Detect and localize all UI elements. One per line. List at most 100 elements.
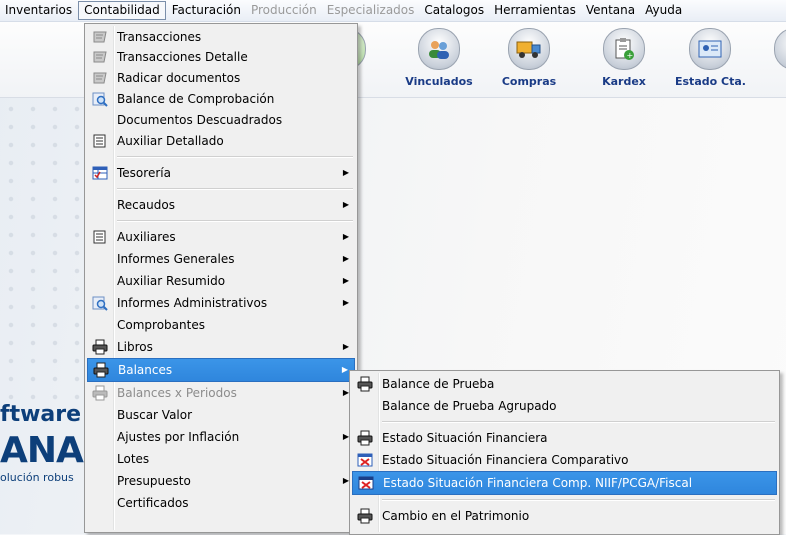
submenu-arrow-icon: ▶ <box>342 342 349 351</box>
menu-inventarios[interactable]: Inventarios <box>0 1 77 20</box>
printer-icon <box>93 362 109 378</box>
menu-item-label: Ajustes por Inflación <box>117 430 240 444</box>
toolbar-button-kardex[interactable]: + Kardex <box>589 28 659 88</box>
toolbar-compras-label: Compras <box>501 75 557 88</box>
menu-catalogos[interactable]: Catalogos <box>419 1 489 20</box>
menu-item-buscar-valor[interactable]: Buscar Valor <box>87 404 355 426</box>
menu-item-recaudos[interactable]: Recaudos ▶ <box>87 194 355 216</box>
toolbar-vinculados-label: Vinculados <box>405 75 473 88</box>
toolbar-button-compras[interactable]: Compras <box>494 28 564 88</box>
truck-icon <box>508 28 550 70</box>
menu-item-tesoreria[interactable]: Tesorería ▶ <box>87 162 355 184</box>
printer-icon <box>92 385 108 401</box>
submenu-arrow-icon: ▶ <box>342 232 349 241</box>
menu-item-informes-administrativos[interactable]: Informes Administrativos ▶ <box>87 292 355 314</box>
toolbar-button-estado-cta[interactable]: Estado Cta. <box>675 28 746 88</box>
menu-item-label: Auxiliar Detallado <box>117 134 224 148</box>
menu-item-label: Balance de Comprobación <box>117 92 275 106</box>
toolbar-button-vinculados[interactable]: Vinculados <box>404 28 474 88</box>
menu-item-label: Transacciones Detalle <box>117 50 248 64</box>
menu-bar: Inventarios Contabilidad Facturación Pro… <box>0 0 786 22</box>
menu-item-label: Estado Situación Financiera Comp. NIIF/P… <box>383 476 693 490</box>
menu-item-cambio-en-el-patrimonio[interactable]: Cambio en el Patrimonio <box>352 505 777 527</box>
menu-item-label: Documentos Descuadrados <box>117 113 283 127</box>
toolbar-partial-right-icon <box>774 28 786 70</box>
people-icon <box>418 28 460 70</box>
menu-item-libros[interactable]: Libros ▶ <box>87 336 355 358</box>
menu-item-label: Recaudos <box>117 198 175 212</box>
menu-item-label: Balance de Prueba Agrupado <box>382 399 557 413</box>
svg-text:+: + <box>627 51 634 60</box>
menu-item-label: Libros <box>117 340 153 354</box>
contabilidad-menu: Transacciones Transacciones Detalle Radi… <box>84 23 358 533</box>
menu-ventana[interactable]: Ventana <box>581 1 640 20</box>
menu-item-presupuesto[interactable]: Presupuesto ▶ <box>87 470 355 492</box>
menu-separator <box>117 220 353 222</box>
toolbar-estado-cta-label: Estado Cta. <box>675 75 746 88</box>
grid-icon <box>92 165 108 181</box>
menu-item-label: Informes Administrativos <box>117 296 268 310</box>
brand-text-line1: ftware <box>0 402 82 427</box>
menu-item-label: Tesorería <box>117 166 171 180</box>
printer-icon <box>92 339 108 355</box>
menu-item-label: Balances x Periodos <box>117 386 237 400</box>
menu-item-documentos-descuadrados[interactable]: Documentos Descuadrados <box>87 109 355 131</box>
menu-separator <box>117 156 353 158</box>
menu-item-label: Estado Situación Financiera <box>382 431 548 445</box>
menu-item-balances[interactable]: Balances ▶ <box>87 358 355 382</box>
printer-icon <box>357 376 373 392</box>
menu-herramientas[interactable]: Herramientas <box>489 1 581 20</box>
menu-especializados[interactable]: Especializados <box>322 1 420 20</box>
submenu-arrow-icon: ▶ <box>342 276 349 285</box>
toolbar-button-partial-right[interactable] <box>760 28 786 70</box>
menu-separator <box>382 499 775 501</box>
menu-item-estado-situacion-financiera[interactable]: Estado Situación Financiera <box>352 427 777 449</box>
menu-item-auxiliar-resumido[interactable]: Auxiliar Resumido ▶ <box>87 270 355 292</box>
menu-item-label: Lotes <box>117 452 150 466</box>
menu-item-transacciones-detalle[interactable]: Transacciones Detalle <box>87 46 355 68</box>
menu-item-informes-generales[interactable]: Informes Generales ▶ <box>87 248 355 270</box>
menu-item-lotes[interactable]: Lotes <box>87 448 355 470</box>
menu-produccion[interactable]: Producción <box>246 1 322 20</box>
magnifier-icon <box>92 91 108 107</box>
menu-item-transacciones[interactable]: Transacciones <box>87 26 355 48</box>
menu-item-auxiliares[interactable]: Auxiliares ▶ <box>87 226 355 248</box>
compare-icon <box>357 452 373 468</box>
ledger-icon <box>92 133 108 149</box>
menu-item-estado-situacion-financiera-comparativo[interactable]: Estado Situación Financiera Comparativo <box>352 449 777 471</box>
menu-separator <box>382 421 775 423</box>
menu-item-label: Balances <box>118 363 173 377</box>
menu-item-auxiliar-detallado[interactable]: Auxiliar Detallado <box>87 130 355 152</box>
submenu-arrow-icon: ▶ <box>342 200 349 209</box>
menu-item-ajustes-por-inflacion[interactable]: Ajustes por Inflación ▶ <box>87 426 355 448</box>
menu-item-estado-situacion-financiera-comp-niif[interactable]: Estado Situación Financiera Comp. NIIF/P… <box>352 471 777 495</box>
document-icon <box>92 29 108 45</box>
menu-item-certificados[interactable]: Certificados <box>87 492 355 514</box>
menu-item-balance-de-prueba-agrupado[interactable]: Balance de Prueba Agrupado <box>352 395 777 417</box>
menu-item-balance-de-prueba[interactable]: Balance de Prueba <box>352 373 777 395</box>
brand-tagline: olución robus <box>0 471 74 484</box>
id-card-icon <box>689 28 731 70</box>
menu-item-comprobantes[interactable]: Comprobantes <box>87 314 355 336</box>
clipboard-icon: + <box>603 28 645 70</box>
printer-icon <box>357 508 373 524</box>
compare-icon <box>358 475 374 491</box>
menu-item-label: Radicar documentos <box>117 71 241 85</box>
menu-item-balance-de-comprobacion[interactable]: Balance de Comprobación <box>87 88 355 110</box>
menu-item-radicar-documentos[interactable]: Radicar documentos <box>87 67 355 89</box>
balances-submenu: Balance de Prueba Balance de Prueba Agru… <box>349 370 780 535</box>
menu-contabilidad[interactable]: Contabilidad <box>78 1 166 20</box>
ledger-icon <box>92 229 108 245</box>
brand-text-line2: ANA <box>0 430 84 471</box>
menu-item-label: Informes Generales <box>117 252 235 266</box>
menu-facturacion[interactable]: Facturación <box>167 1 246 20</box>
toolbar-kardex-label: Kardex <box>602 75 646 88</box>
submenu-arrow-icon: ▶ <box>342 298 349 307</box>
menu-item-label: Cambio en el Patrimonio <box>382 509 530 523</box>
submenu-arrow-icon: ▶ <box>341 365 348 374</box>
menu-item-label: Buscar Valor <box>117 408 193 422</box>
menu-ayuda[interactable]: Ayuda <box>640 1 687 20</box>
menu-item-balances-x-periodos[interactable]: Balances x Periodos ▶ <box>87 382 355 404</box>
magnifier-icon <box>92 295 108 311</box>
menu-item-label: Comprobantes <box>117 318 205 332</box>
